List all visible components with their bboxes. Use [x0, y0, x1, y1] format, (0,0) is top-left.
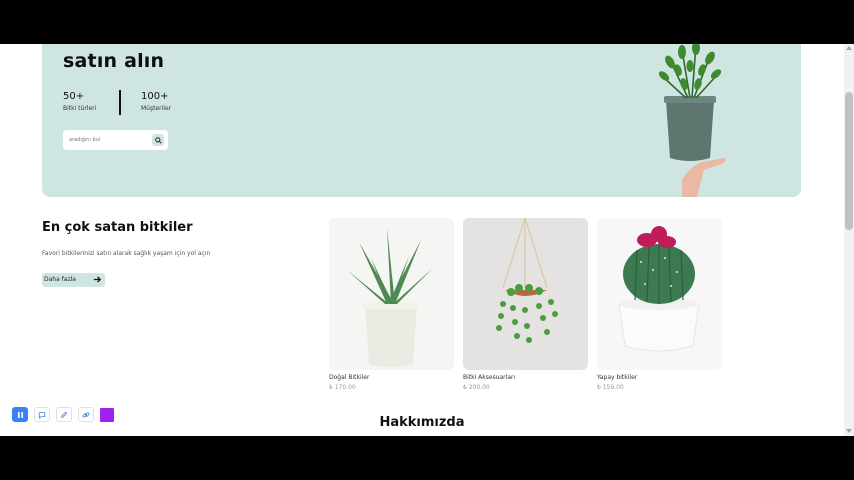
color-swatch[interactable] — [100, 407, 114, 422]
more-button[interactable]: Daha fazla — [42, 273, 105, 287]
stat-plant-types: 50+ Bitki türleri — [63, 91, 96, 112]
product-image — [329, 218, 454, 370]
search-box — [63, 130, 168, 150]
about-title: Hakkımızda — [379, 415, 465, 430]
letterbox-top — [0, 0, 854, 44]
browser-viewport: satın alın 50+ Bitki türleri 100+ Müşter… — [0, 44, 854, 436]
product-name: Yapay bitkiler — [597, 374, 638, 381]
comment-button[interactable] — [34, 407, 50, 422]
letterbox-bottom — [0, 436, 854, 480]
comment-icon — [38, 411, 46, 419]
hero-banner: satın alın 50+ Bitki türleri 100+ Müşter… — [42, 44, 801, 197]
bestsellers-description: Favori bitkilerinizi satın alarak sağlık… — [42, 250, 211, 257]
bestsellers-title: En çok satan bitkiler — [42, 220, 193, 235]
stat-divider — [119, 90, 121, 115]
stat-value: 50+ — [63, 91, 85, 102]
pause-button[interactable] — [12, 407, 28, 422]
scroll-thumb[interactable] — [845, 92, 853, 230]
scroll-up-arrow-icon[interactable] — [846, 46, 852, 50]
search-input[interactable] — [69, 134, 147, 146]
search-icon — [154, 136, 162, 144]
stat-value: 100+ — [141, 91, 169, 102]
floating-toolbar — [12, 407, 114, 422]
link-icon — [82, 411, 90, 418]
product-card[interactable]: Bitki Aksesuarları ₺ 200.00 — [463, 218, 588, 391]
more-button-label: Daha fazla — [44, 276, 76, 283]
hero-title: satın alın — [63, 50, 165, 72]
product-image — [463, 218, 588, 370]
product-card[interactable]: Yapay bitkiler ₺ 159.00 — [597, 218, 722, 391]
product-price: ₺ 200.00 — [463, 384, 490, 391]
product-price: ₺ 159.00 — [597, 384, 624, 391]
link-button[interactable] — [78, 407, 94, 422]
scroll-down-arrow-icon[interactable] — [846, 429, 852, 433]
arrow-right-icon — [93, 276, 102, 283]
stat-customers: 100+ Müşteriler — [141, 91, 171, 112]
stat-label: Bitki türleri — [63, 105, 97, 112]
pause-icon — [17, 411, 23, 418]
product-image — [597, 218, 722, 370]
product-price: ₺ 170.00 — [329, 384, 356, 391]
scrollbar[interactable] — [844, 44, 854, 436]
product-card[interactable]: Doğal Bitkiler ₺ 170.00 — [329, 218, 454, 391]
pen-button[interactable] — [56, 407, 72, 422]
product-name: Doğal Bitkiler — [329, 374, 370, 381]
stat-label: Müşteriler — [141, 105, 172, 112]
product-name: Bitki Aksesuarları — [463, 374, 516, 381]
search-button[interactable] — [152, 134, 164, 146]
hero-plant-image — [658, 44, 726, 197]
pen-icon — [61, 411, 68, 418]
